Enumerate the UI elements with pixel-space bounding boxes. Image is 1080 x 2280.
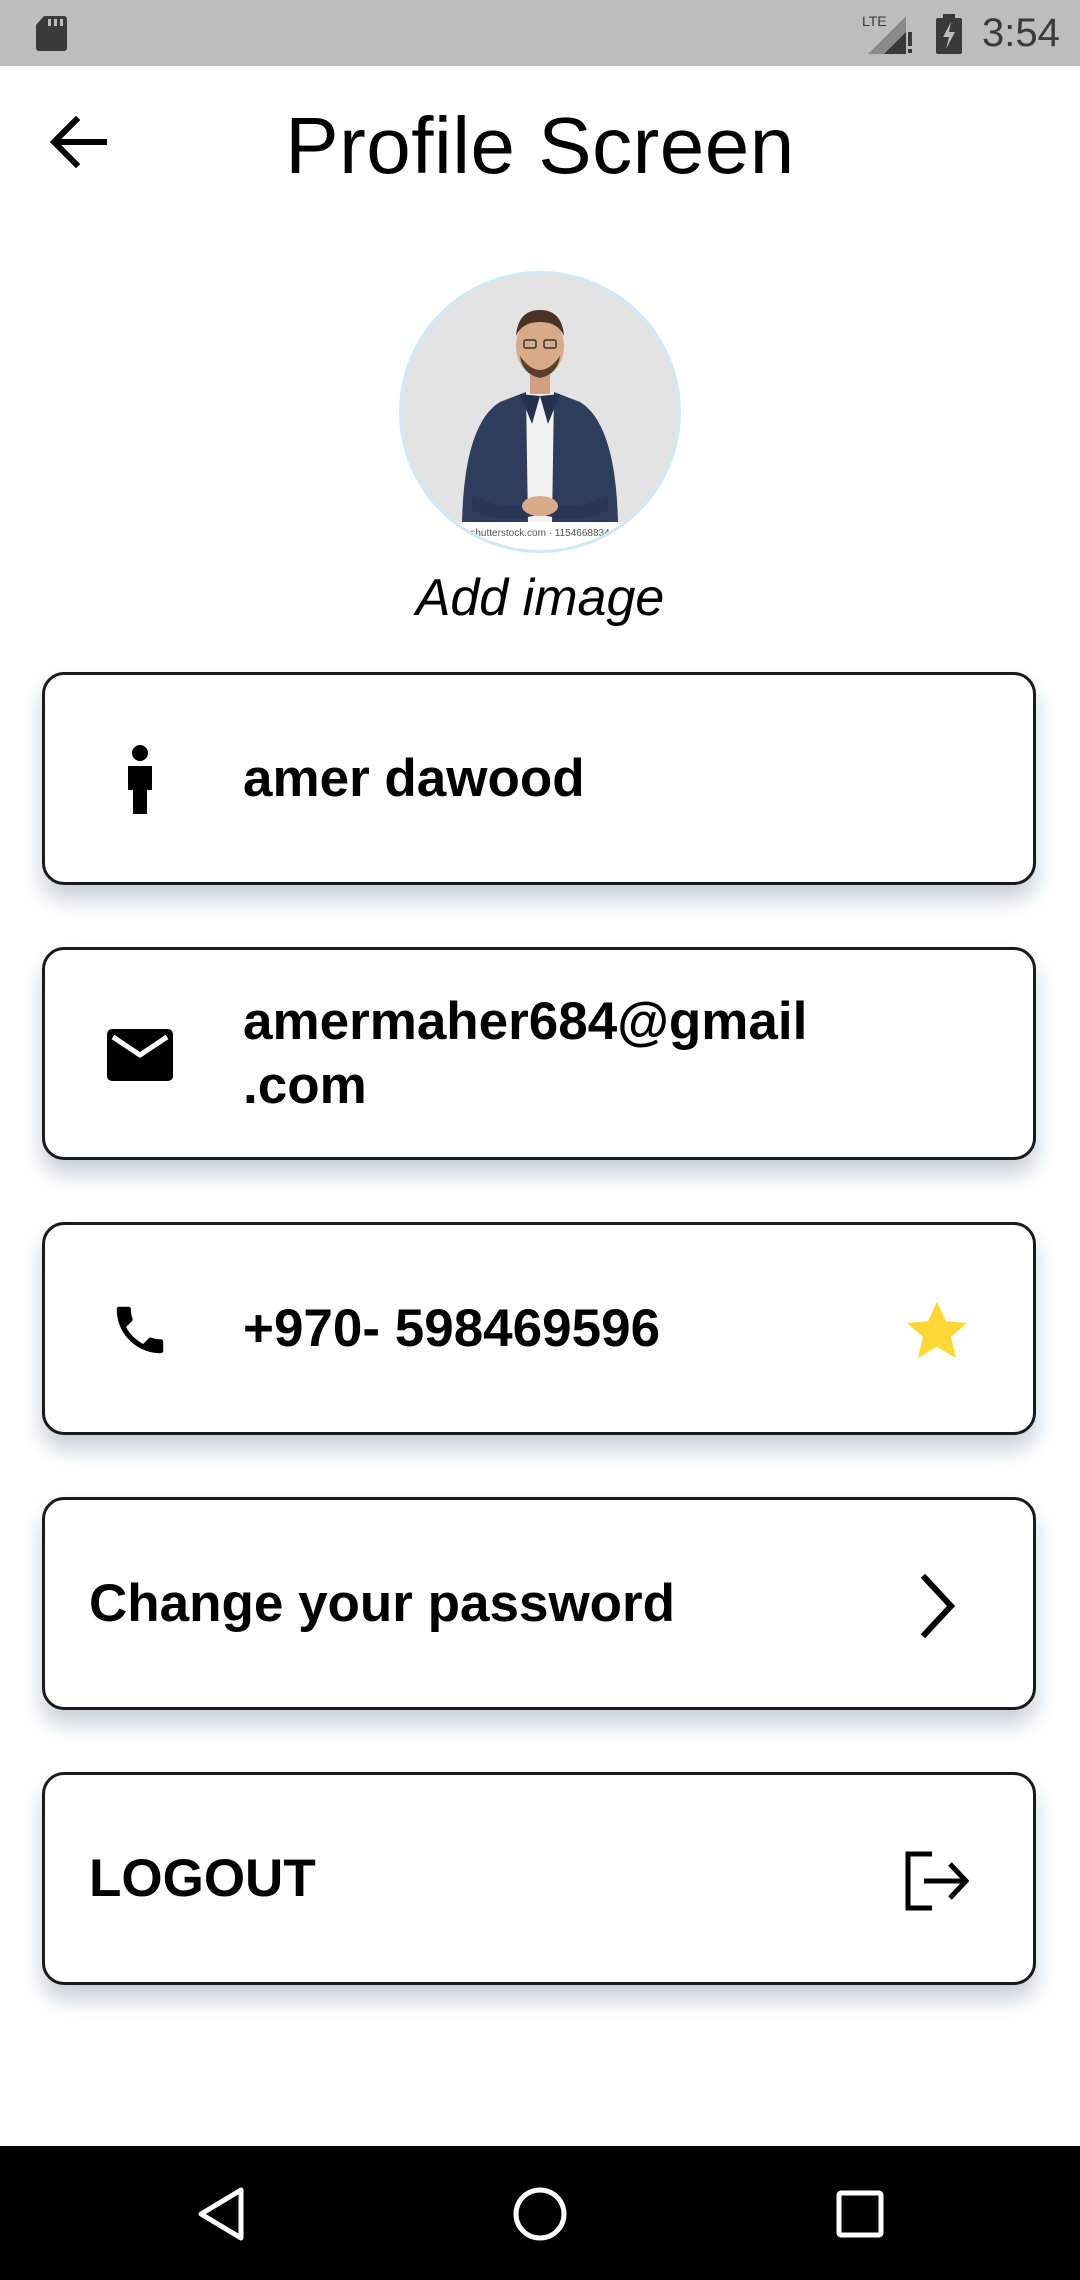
app-bar: Profile Screen <box>0 66 1080 216</box>
page-title: Profile Screen <box>285 101 795 190</box>
lte-label: LTE <box>862 13 887 29</box>
avatar[interactable]: shutterstock.com · 1154668834 <box>402 274 678 550</box>
email-line-1: amermaher684@gmail <box>243 991 808 1051</box>
status-bar: LTE 3:54 <box>0 0 1080 66</box>
image-watermark: shutterstock.com · 1154668834 <box>470 528 610 539</box>
change-password-button[interactable]: Change your password <box>42 1497 1036 1710</box>
name-card[interactable]: amer dawood <box>42 672 1036 885</box>
logout-label: LOGOUT <box>89 1848 316 1908</box>
name-value: amer dawood <box>243 748 585 808</box>
phone-value: +970- 598469596 <box>243 1298 661 1358</box>
email-card[interactable]: amermaher684@gmail .com <box>42 947 1036 1160</box>
lte-signal-icon: LTE <box>862 13 912 54</box>
mail-icon <box>95 1010 185 1100</box>
status-time: 3:54 <box>982 11 1060 55</box>
phone-card[interactable]: +970- 598469596 <box>42 1222 1036 1435</box>
logout-button[interactable]: LOGOUT <box>42 1772 1036 1985</box>
add-image-link[interactable]: Add image <box>0 565 1080 631</box>
email-line-2: .com <box>243 1055 367 1115</box>
battery-icon <box>936 14 962 54</box>
logout-icon <box>889 1833 985 1929</box>
nav-back-icon[interactable] <box>185 2178 257 2250</box>
nav-home-icon[interactable] <box>504 2178 576 2250</box>
nav-recents-icon[interactable] <box>824 2178 896 2250</box>
system-nav-bar <box>0 2146 1080 2280</box>
profile-photo: shutterstock.com · 1154668834 <box>402 274 678 550</box>
change-password-label: Change your password <box>89 1573 676 1633</box>
phone-icon <box>95 1285 185 1375</box>
person-icon <box>95 735 185 825</box>
favorite-star-icon[interactable] <box>889 1283 985 1379</box>
chevron-right-icon <box>889 1558 985 1654</box>
sd-card-icon <box>36 16 67 51</box>
email-value: amermaher684@gmail .com <box>243 950 993 1157</box>
